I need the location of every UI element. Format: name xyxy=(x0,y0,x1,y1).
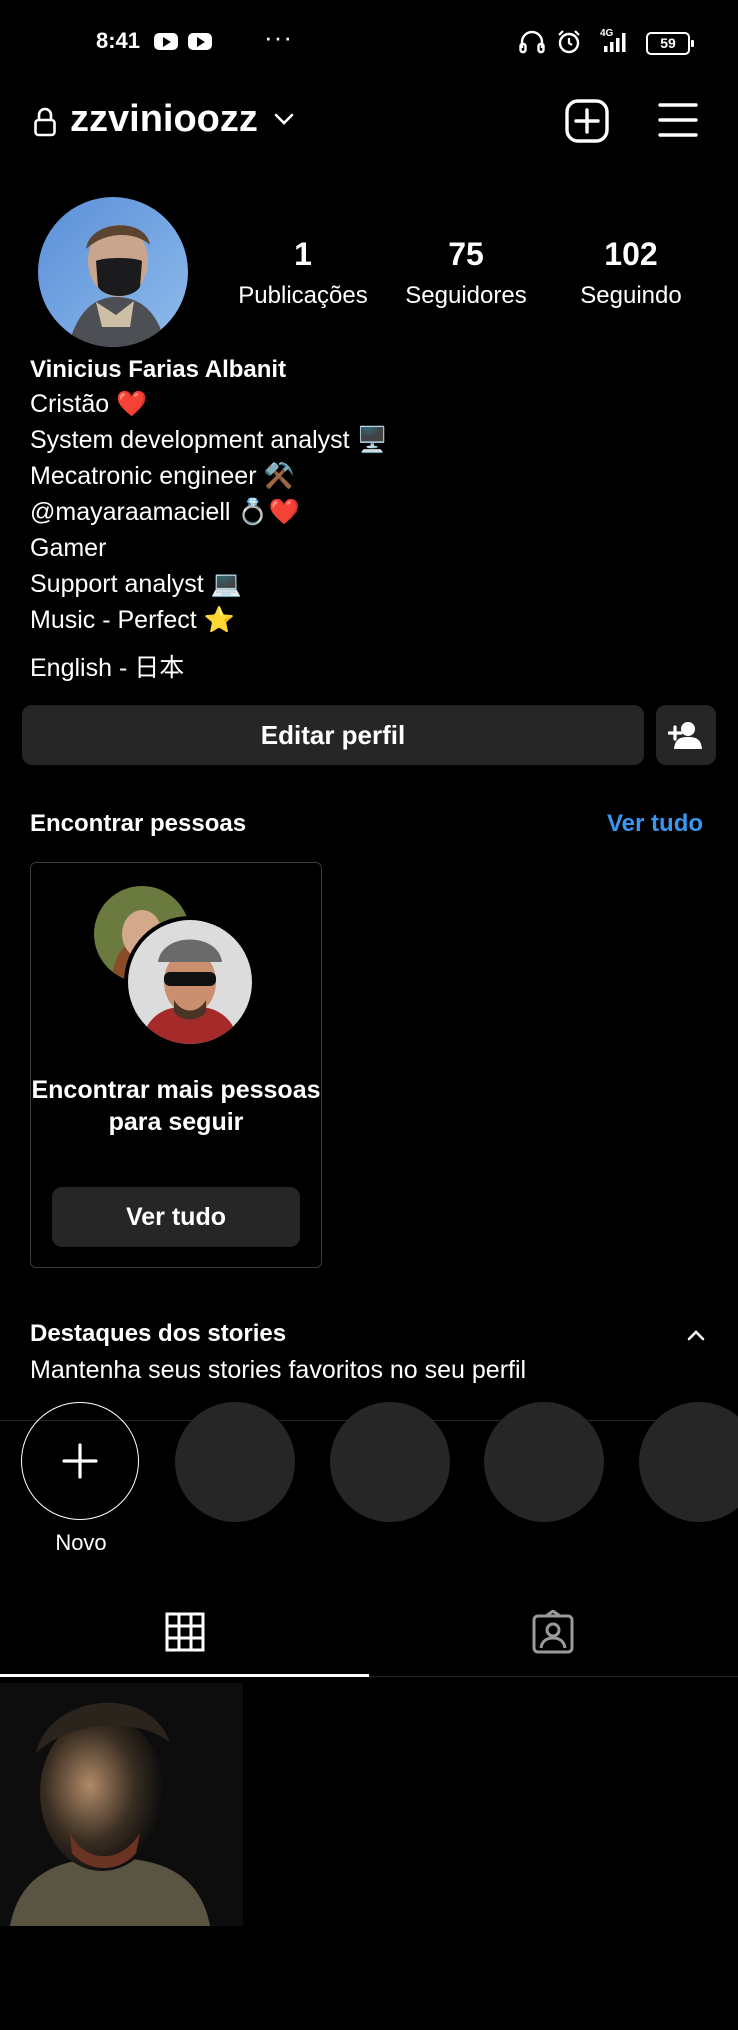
bio-line: System development analyst 🖥️ xyxy=(30,426,388,454)
bio-line: Gamer xyxy=(30,534,107,562)
alarm-icon xyxy=(558,30,580,54)
discover-title: Encontrar pessoas xyxy=(30,810,247,837)
more-notifications-icon: ··· xyxy=(264,22,293,52)
profile-name: Vinicius Farias Albanit xyxy=(30,356,287,383)
youtube-icon xyxy=(154,33,178,50)
grid-icon[interactable] xyxy=(165,1612,205,1652)
suggestion-card-text: Encontrar mais pessoas para seguir xyxy=(31,1076,321,1136)
following-count[interactable]: 102 xyxy=(531,236,731,273)
suggestion-avatar-front xyxy=(124,916,256,1048)
headphones-icon xyxy=(519,30,545,54)
username[interactable]: zzvinioozz xyxy=(70,98,258,141)
edit-profile-button[interactable]: Editar perfil xyxy=(22,705,644,765)
bio-line: Support analyst 💻 xyxy=(30,570,242,598)
bio-mention-link[interactable]: @mayaraamaciell 💍❤️ xyxy=(30,498,300,527)
discover-people-button[interactable] xyxy=(656,705,716,765)
highlight-placeholder xyxy=(484,1402,604,1522)
highlight-placeholder xyxy=(330,1402,450,1522)
active-tab-indicator xyxy=(0,1674,369,1677)
highlights-subtitle: Mantenha seus stories favoritos no seu p… xyxy=(30,1356,527,1384)
discover-see-all-link[interactable]: Ver tudo xyxy=(607,810,703,838)
bio-line: Cristão ❤️ xyxy=(30,390,148,418)
chevron-up-icon[interactable] xyxy=(684,1326,708,1344)
lock-icon xyxy=(34,107,56,137)
bio-line: English - 日本 xyxy=(30,654,185,682)
profile-avatar[interactable] xyxy=(38,197,188,347)
new-highlight-label: Novo xyxy=(55,1530,107,1555)
status-time: 8:41 xyxy=(96,28,141,53)
battery-icon: 59 xyxy=(646,32,694,55)
post-thumbnail[interactable] xyxy=(0,1683,243,1926)
highlights-title: Destaques dos stories xyxy=(30,1320,287,1347)
bio-line: Mecatronic engineer ⚒️ xyxy=(30,462,295,490)
chevron-down-icon[interactable] xyxy=(272,110,296,128)
bio-line: Music - Perfect ⭐ xyxy=(30,606,235,634)
signal-icon xyxy=(604,33,626,52)
youtube-icon xyxy=(188,33,212,50)
add-person-icon xyxy=(668,722,702,749)
following-label[interactable]: Seguindo xyxy=(531,282,731,310)
highlight-placeholder xyxy=(175,1402,295,1522)
new-post-icon[interactable] xyxy=(564,98,610,144)
tagged-icon[interactable] xyxy=(532,1610,574,1654)
plus-icon xyxy=(62,1443,98,1479)
menu-icon[interactable] xyxy=(656,100,700,140)
suggestion-see-all-button[interactable]: Ver tudo xyxy=(52,1187,300,1247)
new-highlight-button[interactable] xyxy=(21,1402,139,1520)
